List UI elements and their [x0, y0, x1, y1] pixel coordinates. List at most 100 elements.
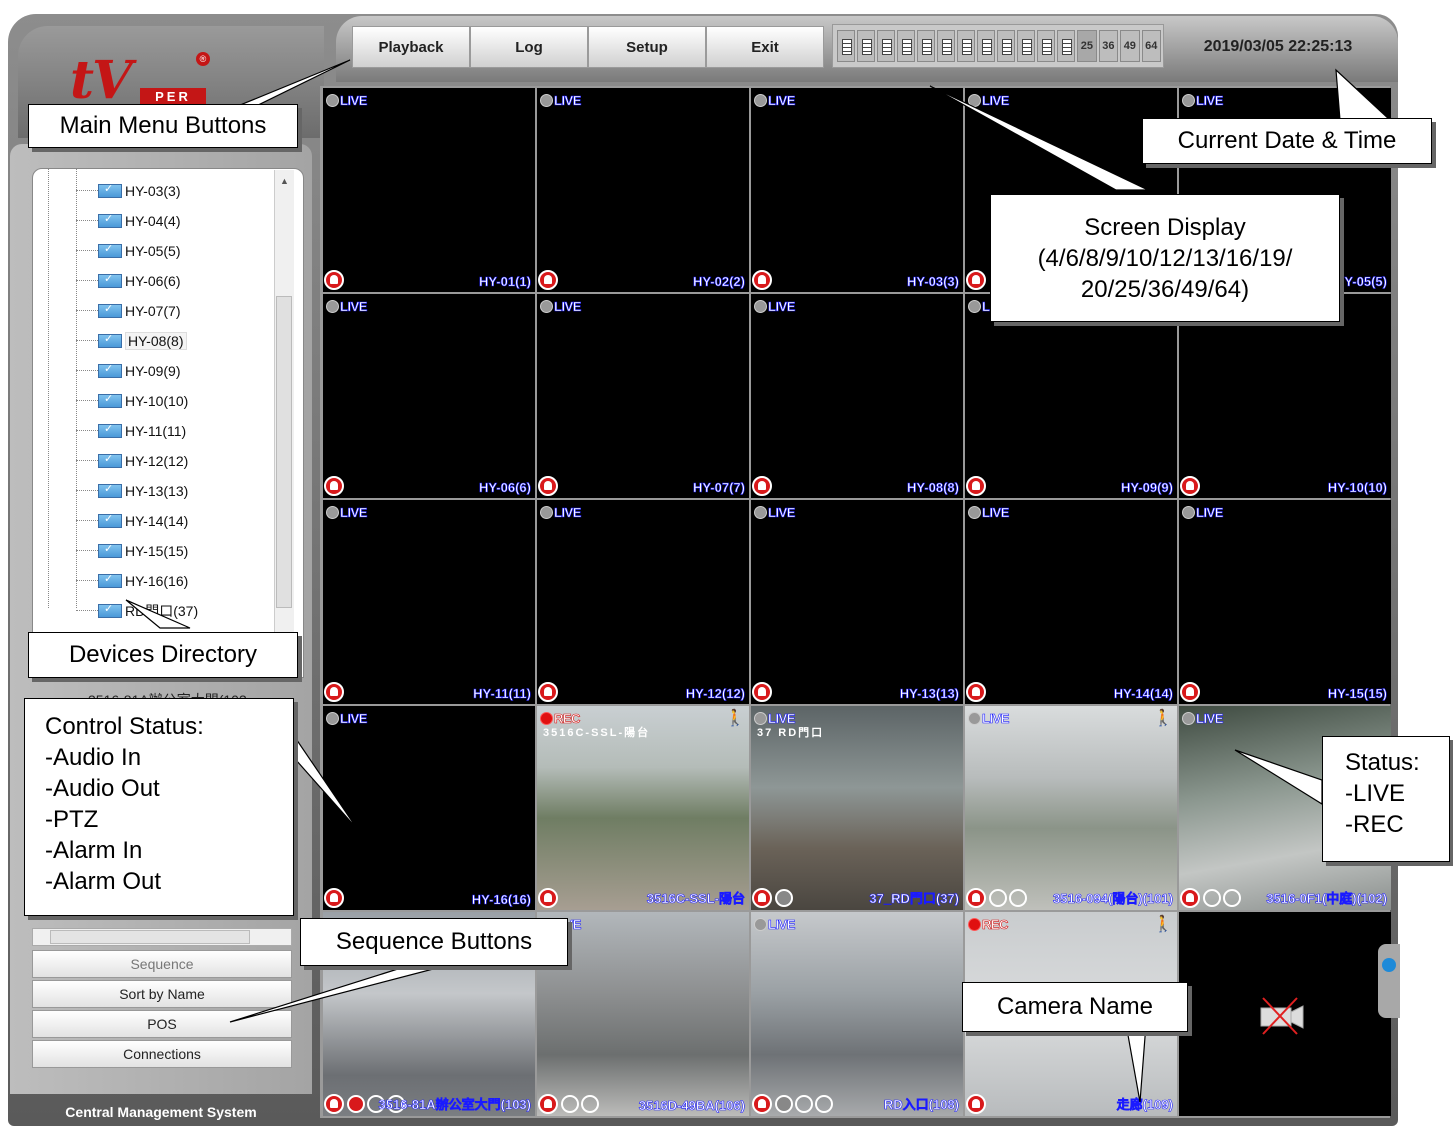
camera-cell[interactable]: LIVEHY-10(10) [1179, 294, 1391, 498]
camera-cell[interactable] [1179, 912, 1391, 1116]
sort-by-name-button[interactable]: Sort by Name [32, 980, 292, 1008]
tree-horizontal-scrollbar-thumb[interactable] [50, 930, 250, 944]
sequence-button[interactable]: Sequence [32, 950, 292, 978]
alarm-icon[interactable] [1180, 888, 1200, 908]
log-button[interactable]: Log [470, 26, 588, 68]
camera-cell[interactable]: LIVEHY-09(9) [965, 294, 1177, 498]
alarm-icon[interactable] [966, 682, 986, 702]
camera-cell[interactable]: LIVE 37 RD門口 37_RD門口(37) [751, 706, 963, 910]
device-tree-item[interactable]: HY-15(15) [32, 538, 188, 564]
drawer-handle-icon[interactable] [1382, 958, 1396, 972]
zoom-icon[interactable] [1223, 889, 1241, 907]
camera-cell[interactable]: LIVE HY-12(12) [537, 500, 749, 704]
alarm-icon[interactable] [538, 888, 558, 908]
zoom-icon[interactable] [561, 1095, 579, 1113]
status-dot-icon [754, 93, 767, 107]
zoom-icon[interactable] [1203, 889, 1221, 907]
layout-16-icon[interactable] [977, 30, 995, 62]
pos-button[interactable]: POS [32, 1010, 292, 1038]
audio-icon[interactable] [775, 889, 793, 907]
alarm-icon[interactable] [752, 476, 772, 496]
camera-cell[interactable]: LIVE HY-01(1) [323, 88, 535, 292]
camera-cell[interactable]: LIVE RD入口(108) [751, 912, 963, 1116]
alarm-icon[interactable] [538, 270, 558, 290]
device-tree-item[interactable]: HY-03(3) [32, 178, 181, 204]
alarm-icon[interactable] [966, 888, 986, 908]
side-drawer-tab[interactable] [1378, 944, 1400, 1018]
alarm-icon[interactable] [324, 270, 344, 290]
layout-19-icon[interactable] [997, 30, 1015, 62]
device-tree-item[interactable]: HY-16(16) [32, 568, 188, 594]
device-tree-item[interactable]: HY-06(6) [32, 268, 181, 294]
motion-detected-icon: 🚶 [1153, 916, 1173, 933]
zoom-icon[interactable] [1009, 889, 1027, 907]
device-tree-item[interactable]: RD門口(37) [32, 598, 198, 624]
alarm-icon[interactable] [324, 476, 344, 496]
layout-9-icon[interactable] [897, 30, 915, 62]
camera-cell[interactable]: LIVE3516D-49BA(106) [537, 912, 749, 1116]
camera-cell[interactable]: LIVE HY-07(7) [537, 294, 749, 498]
layout-36-button[interactable]: 36 [1098, 30, 1119, 62]
alarm-icon[interactable] [324, 1094, 344, 1114]
device-tree-item[interactable]: HY-08(8) [32, 328, 187, 354]
camera-cell[interactable]: LIVE HY-03(3) [751, 88, 963, 292]
alarm-icon[interactable] [1180, 476, 1200, 496]
layout-49-button[interactable]: 49 [1120, 30, 1140, 62]
layout-12-icon[interactable] [937, 30, 955, 62]
scroll-up-arrow-icon[interactable]: ▲ [280, 176, 289, 186]
device-tree-item[interactable]: HY-13(13) [32, 478, 188, 504]
alarm-icon[interactable] [538, 476, 558, 496]
alarm-icon[interactable] [1180, 682, 1200, 702]
camera-cell[interactable]: LIVE 🚶 3516-094(陽台)(101) [965, 706, 1177, 910]
alarm-icon[interactable] [966, 476, 986, 496]
alarm-icon[interactable] [538, 682, 558, 702]
layout-20b-icon[interactable] [1037, 30, 1055, 62]
camera-cell[interactable]: LIVE HY-13(13) [751, 500, 963, 704]
camera-cell[interactable]: REC 3516C-SSL-陽台 🚶 3516C-SSL-陽台 [537, 706, 749, 910]
layout-6-icon[interactable] [857, 30, 875, 62]
layout-64-button[interactable]: 64 [1141, 30, 1161, 62]
device-tree-item[interactable]: HY-11(11) [32, 418, 186, 444]
camera-cell[interactable]: LIVE HY-15(15) [1179, 500, 1391, 704]
layout-25-button[interactable]: 25 [1077, 30, 1097, 62]
alarm-icon[interactable] [324, 682, 344, 702]
device-tree-item[interactable]: HY-09(9) [32, 358, 181, 384]
camera-cell[interactable]: LIVE HY-14(14) [965, 500, 1177, 704]
device-tree-item[interactable]: HY-04(4) [32, 208, 181, 234]
connections-button[interactable]: Connections [32, 1040, 292, 1068]
setup-button[interactable]: Setup [588, 26, 706, 68]
alarm-icon[interactable] [752, 888, 772, 908]
layout-10-icon[interactable] [917, 30, 935, 62]
camera-cell[interactable]: LIVE HY-06(6) [323, 294, 535, 498]
alarm-icon[interactable] [752, 1094, 772, 1114]
alarm-icon[interactable] [324, 888, 344, 908]
zoom-icon[interactable] [795, 1095, 813, 1113]
alarm-icon[interactable] [538, 1094, 558, 1114]
layout-4-icon[interactable] [837, 30, 855, 62]
ptz-icon[interactable] [347, 1095, 365, 1113]
alarm-icon[interactable] [966, 1094, 986, 1114]
layout-20c-icon[interactable] [1057, 30, 1075, 62]
zoom-icon[interactable] [581, 1095, 599, 1113]
device-tree-item[interactable]: HY-12(12) [32, 448, 188, 474]
zoom-icon[interactable] [815, 1095, 833, 1113]
zoom-icon[interactable] [989, 889, 1007, 907]
exit-button[interactable]: Exit [706, 26, 824, 68]
tree-scrollbar-thumb[interactable] [276, 296, 292, 608]
camera-cell[interactable]: LIVE HY-02(2) [537, 88, 749, 292]
alarm-icon[interactable] [966, 270, 986, 290]
device-tree-item[interactable]: HY-14(14) [32, 508, 188, 534]
layout-13-icon[interactable] [957, 30, 975, 62]
camera-cell[interactable]: LIVE HY-08(8) [751, 294, 963, 498]
device-tree-item[interactable]: HY-05(5) [32, 238, 181, 264]
layout-20-icon[interactable] [1017, 30, 1035, 62]
playback-button[interactable]: Playback [352, 26, 470, 68]
alarm-icon[interactable] [752, 270, 772, 290]
layout-8-icon[interactable] [877, 30, 895, 62]
camera-cell[interactable]: LIVE HY-16(16) [323, 706, 535, 910]
alarm-icon[interactable] [752, 682, 772, 702]
audio-icon[interactable] [775, 1095, 793, 1113]
device-tree-item[interactable]: HY-10(10) [32, 388, 188, 414]
device-tree-item[interactable]: HY-07(7) [32, 298, 181, 324]
camera-cell[interactable]: LIVE HY-11(11) [323, 500, 535, 704]
